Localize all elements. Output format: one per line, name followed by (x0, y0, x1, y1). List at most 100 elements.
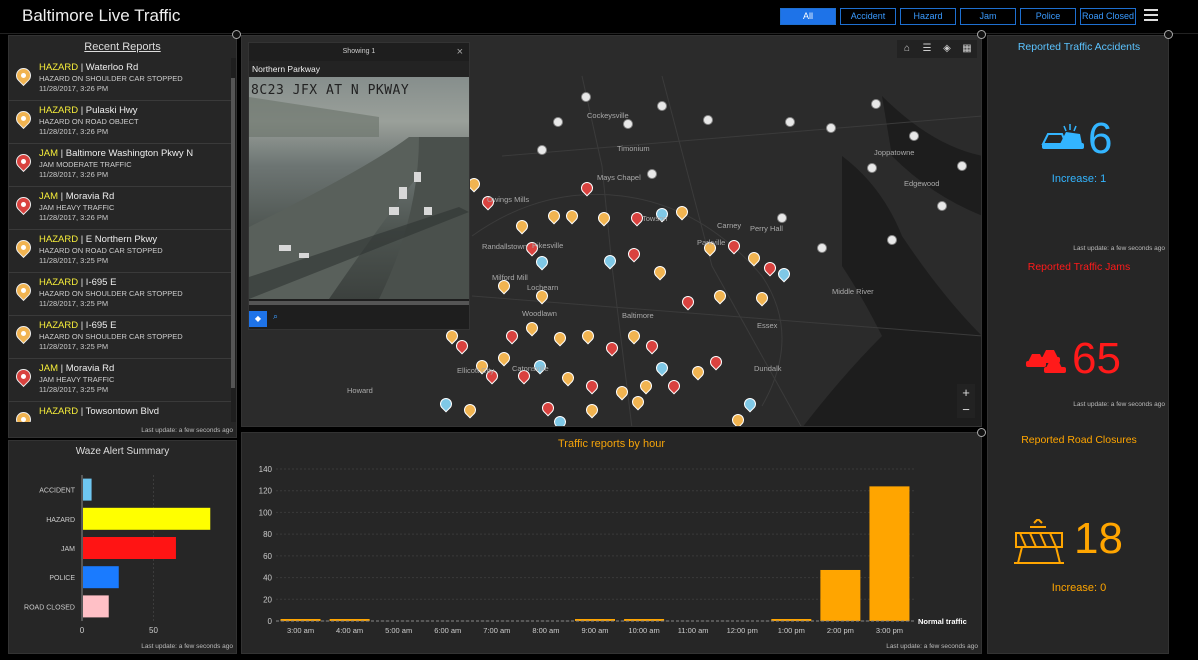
report-heading: HAZARD | Pulaski Hwy (39, 105, 233, 116)
bar[interactable] (83, 566, 119, 589)
camera-popup: Showing 1 × Northern Parkway 8C23 JFX AT… (248, 42, 470, 330)
report-type: JAM (39, 191, 58, 202)
map-place-label: Ellicott City (457, 366, 495, 375)
report-type: HAZARD (39, 406, 79, 417)
report-item[interactable]: JAM | Moravia Rd JAM HEAVY TRAFFIC 11/28/2… (9, 359, 233, 402)
report-heading: HAZARD | Waterloo Rd (39, 62, 233, 73)
bar[interactable] (83, 595, 109, 618)
waze-alert-summary-panel: Waze Alert Summary 0 50 ACCIDENT HAZARD JAM P… (8, 440, 237, 654)
report-heading: JAM | Moravia Rd (39, 363, 233, 374)
bar[interactable] (83, 537, 176, 559)
category-label: HAZARD (46, 517, 75, 524)
camera-marker-icon[interactable] (777, 213, 787, 223)
recent-reports-panel: Recent Reports HAZARD | Waterloo Rd HAZAR… (8, 35, 237, 438)
map-place-label: Essex (757, 321, 778, 330)
panel-handle-icon[interactable] (1164, 30, 1173, 39)
filter-jam-button[interactable]: Jam (960, 8, 1016, 25)
camera-marker-icon[interactable] (537, 145, 547, 155)
last-update-text: Last update: a few seconds ago (1073, 245, 1165, 252)
close-icon[interactable]: × (457, 43, 463, 61)
x-tick-label: 2:00 pm (827, 626, 854, 635)
popup-title: Northern Parkway (249, 61, 469, 77)
report-item[interactable]: HAZARD | E Northern Pkwy HAZARD ON ROAD C… (9, 230, 233, 273)
report-item[interactable]: HAZARD | I-695 E HAZARD ON SHOULDER CAR S… (9, 316, 233, 359)
panel-handle-icon[interactable] (232, 30, 241, 39)
y-tick-label: 100 (259, 508, 273, 517)
hourly-chart-title: Traffic reports by hour (558, 438, 665, 450)
bar[interactable] (869, 486, 910, 621)
report-item[interactable]: HAZARD | Towsontown Blvd (9, 402, 233, 422)
report-item[interactable]: HAZARD | Pulaski Hwy HAZARD ON ROAD OBJEC… (9, 101, 233, 144)
last-update-text: Last update: a few seconds ago (1073, 401, 1165, 408)
report-item[interactable]: HAZARD | I-695 E HAZARD ON SHOULDER CAR S… (9, 273, 233, 316)
bar[interactable] (83, 507, 211, 530)
report-description: JAM MODERATE TRAFFIC (39, 160, 132, 169)
report-description: HAZARD ON ROAD OBJECT (39, 117, 139, 126)
filter-accident-button[interactable]: Accident (840, 8, 896, 25)
panel-handle-icon[interactable] (977, 30, 986, 39)
zoom-out-button[interactable]: − (957, 401, 975, 418)
report-heading: HAZARD | I-695 E (39, 277, 233, 288)
layers-icon[interactable]: ◈ (937, 40, 957, 58)
report-type: HAZARD (39, 277, 79, 288)
camera-marker-icon[interactable] (785, 117, 795, 127)
x-tick-label: 7:00 am (483, 626, 510, 635)
map-place-label: Owings Mills (487, 195, 530, 204)
filter-police-button[interactable]: Police (1020, 8, 1076, 25)
map-place-label: Dundalk (754, 364, 782, 373)
popup-header: Showing 1 × (249, 43, 469, 61)
category-label: JAM (61, 546, 75, 553)
camera-marker-icon[interactable] (647, 169, 657, 179)
home-icon[interactable]: ⌂ (897, 40, 917, 58)
category-filters: All Accident Hazard Jam Police Road Clos… (780, 8, 1136, 25)
traffic-by-hour-panel: Traffic reports by hour 0 20 40 60 80 100 120 1… (241, 432, 982, 654)
x-tick-label: 0 (80, 626, 85, 635)
category-label: ACCIDENT (39, 488, 76, 495)
camera-marker-icon[interactable] (871, 99, 881, 109)
map-place-label: Catonsville (512, 364, 549, 373)
camera-marker-icon[interactable] (657, 101, 667, 111)
camera-marker-icon[interactable] (887, 235, 897, 245)
reports-scrollbar[interactable] (231, 58, 236, 422)
filter-hazard-button[interactable]: Hazard (900, 8, 956, 25)
app-title: Baltimore Live Traffic (22, 6, 181, 25)
zoom-in-button[interactable]: + (957, 384, 975, 401)
report-item[interactable]: JAM | Moravia Rd JAM HEAVY TRAFFIC 11/28/2… (9, 187, 233, 230)
camera-marker-icon[interactable] (867, 163, 877, 173)
x-tick-label: 6:00 am (434, 626, 461, 635)
report-time: 11/28/2017, 3:25 PM (39, 385, 109, 394)
locate-icon[interactable]: ◆ (249, 311, 267, 327)
camera-marker-icon[interactable] (909, 131, 919, 141)
camera-marker-icon[interactable] (703, 115, 713, 125)
panel-handle-icon[interactable] (977, 428, 986, 437)
scrollbar-thumb[interactable] (231, 78, 235, 388)
list-icon[interactable]: ☰ (917, 40, 937, 58)
report-road: | E Northern Pkwy (78, 234, 158, 245)
camera-marker-icon[interactable] (817, 243, 827, 253)
report-type: HAZARD (39, 234, 79, 245)
map-place-label: Howard (347, 386, 373, 395)
camera-marker-icon[interactable] (957, 161, 967, 171)
report-type: HAZARD (39, 320, 79, 331)
camera-marker-icon[interactable] (826, 123, 836, 133)
filter-all-button[interactable]: All (780, 8, 836, 25)
report-item[interactable]: JAM | Baltimore Washington Pkwy N JAM MOD… (9, 144, 233, 187)
bar[interactable] (83, 478, 92, 501)
map-place-label: Middle River (832, 287, 874, 296)
report-item[interactable]: HAZARD | Waterloo Rd HAZARD ON SHOULDER C… (9, 58, 233, 101)
camera-marker-icon[interactable] (937, 201, 947, 211)
jams-count: 65 (1072, 334, 1121, 383)
camera-marker-icon[interactable] (623, 119, 633, 129)
qr-icon[interactable]: ▦ (957, 40, 977, 58)
hamburger-menu-icon[interactable] (1144, 9, 1158, 21)
camera-marker-icon[interactable] (581, 92, 591, 102)
x-tick-label: 5:00 am (385, 626, 412, 635)
jam-pin-icon (12, 150, 35, 173)
bar[interactable] (820, 569, 861, 621)
zoom-to-icon[interactable]: ⌕ (273, 311, 278, 322)
map-place-label: Lochearn (527, 283, 559, 292)
map-toolbar: ⌂ ☰ ◈ ▦ (897, 40, 977, 58)
y-tick-label: 140 (259, 465, 273, 474)
filter-road-closed-button[interactable]: Road Closed (1080, 8, 1136, 25)
camera-marker-icon[interactable] (553, 117, 563, 127)
